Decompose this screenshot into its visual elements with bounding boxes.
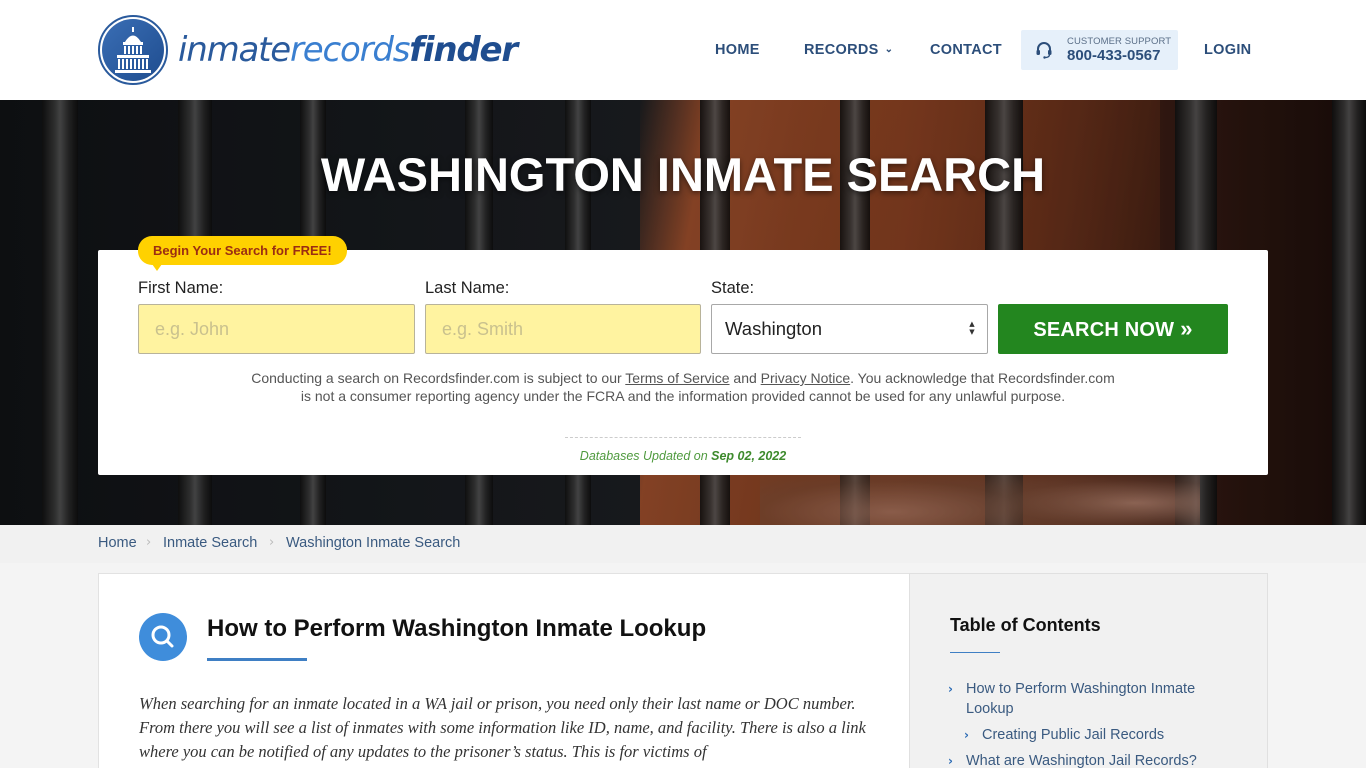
title-underline [207,658,307,661]
support-phone: 800-433-0567 [1067,47,1161,64]
breadcrumb-inmate-search[interactable]: Inmate Search [163,535,257,551]
divider [565,437,801,438]
chevron-right-icon: › [269,535,275,550]
toc-item[interactable]: How to Perform Washington Inmate Lookup [966,679,1226,719]
last-name-label: Last Name: [425,279,510,297]
headset-icon [1036,42,1052,59]
breadcrumb-home[interactable]: Home [98,535,137,551]
chevron-right-icon: › [948,754,953,768]
databases-updated: Databases Updated on Sep 02, 2022 [579,449,787,463]
chevron-right-icon: › [948,682,953,696]
page-title: WASHINGTON INMATE SEARCH [320,148,1046,201]
first-name-input[interactable] [138,304,415,354]
nav-records-label: RECORDS [804,42,879,58]
toc-item[interactable]: What are Washington Jail Records? [966,751,1197,768]
state-label: State: [711,279,755,297]
chevron-down-icon: ⌄ [884,44,894,55]
site-header: inmaterecordsfinder HOME RECORDS ⌄ CONTAC… [0,0,1366,100]
nav-login[interactable]: LOGIN [1204,30,1251,70]
breadcrumb-current[interactable]: Washington Inmate Search [286,535,460,551]
state-select[interactable]: Washington ▲ ▼ [711,304,988,354]
search-icon [139,613,187,661]
free-search-badge: Begin Your Search for FREE! [138,236,347,271]
state-select-value: Washington [725,318,823,339]
double-chevron-right-icon: » [1180,316,1193,341]
search-card [98,250,1268,475]
search-now-label: SEARCH NOW [1033,319,1175,341]
section-title: How to Perform Washington Inmate Lookup [207,615,707,642]
support-label: CUSTOMER SUPPORT [1067,36,1172,47]
customer-support-button[interactable]: CUSTOMER SUPPORT 800-433-0567 [1021,30,1178,70]
chevron-right-icon: › [146,535,152,550]
search-now-button[interactable]: SEARCH NOW» [998,304,1228,354]
terms-of-service-link[interactable]: Terms of Service [625,370,729,386]
last-name-input[interactable] [425,304,701,354]
select-arrows-icon: ▲ ▼ [969,320,975,336]
toc-underline [950,652,1000,653]
nav-records[interactable]: RECORDS ⌄ [804,30,893,70]
nav-home[interactable]: HOME [715,30,760,70]
nav-contact[interactable]: CONTACT [930,30,1002,70]
toc-title: Table of Contents [950,615,1101,635]
breadcrumb: Home › Inmate Search › Washington Inmate… [0,525,1366,563]
section-body: When searching for an inmate located in … [139,694,866,761]
first-name-label: First Name: [138,279,224,297]
chevron-right-icon: › [964,728,969,742]
toc-item[interactable]: Creating Public Jail Records [982,725,1164,745]
privacy-notice-link[interactable]: Privacy Notice [761,370,850,386]
search-disclaimer: Conducting a search on Recordsfinder.com… [251,370,1115,404]
updated-date: Sep 02, 2022 [711,449,787,463]
